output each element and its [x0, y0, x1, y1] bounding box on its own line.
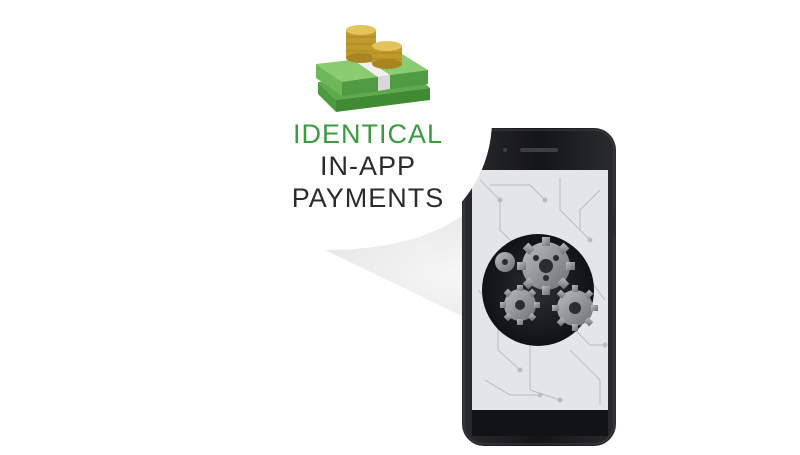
phone-speaker: [520, 148, 558, 152]
phone-camera: [503, 148, 507, 152]
illustration: IDENTICAL IN-APP PAYMENTS: [0, 0, 800, 450]
phone-chin: [472, 410, 608, 436]
illustration-canvas: [240, 0, 616, 446]
caption-line-payments: PAYMENTS: [291, 183, 445, 213]
caption: IDENTICAL IN-APP PAYMENTS: [268, 118, 468, 214]
phone-side-button: [612, 210, 616, 236]
caption-line-identical: IDENTICAL: [292, 119, 444, 149]
caption-line-in-app: IN-APP: [319, 151, 417, 181]
